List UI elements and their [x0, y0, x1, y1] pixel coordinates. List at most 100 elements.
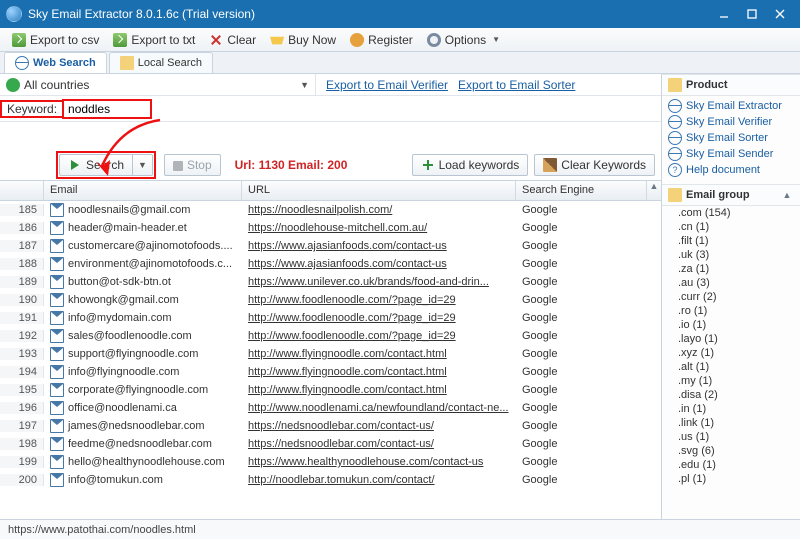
email-group-item[interactable]: .za (1) — [662, 262, 800, 276]
email-group-item[interactable]: .curr (2) — [662, 290, 800, 304]
cell-search-engine: Google — [516, 438, 661, 450]
minimize-button[interactable] — [710, 4, 738, 24]
table-row[interactable]: 191info@mydomain.comhttp://www.foodlenoo… — [0, 309, 661, 327]
mail-icon — [50, 293, 64, 307]
column-search-engine[interactable]: Search Engine — [516, 181, 647, 200]
table-row[interactable]: 198feedme@nedsnoodlebar.comhttps://nedsn… — [0, 435, 661, 453]
column-email[interactable]: Email — [44, 181, 242, 200]
scroll-up-button[interactable]: ▲ — [780, 190, 794, 200]
cell-search-engine: Google — [516, 240, 661, 252]
cell-search-engine: Google — [516, 384, 661, 396]
export-txt-button[interactable]: Export to txt — [107, 31, 201, 49]
table-row[interactable]: 192sales@foodlenoodle.comhttp://www.food… — [0, 327, 661, 345]
email-group-item[interactable]: .link (1) — [662, 416, 800, 430]
cell-url[interactable]: https://www.healthynoodlehouse.com/conta… — [242, 456, 516, 468]
table-row[interactable]: 186header@main-header.ethttps://noodleho… — [0, 219, 661, 237]
chevron-down-icon: ▼ — [492, 35, 500, 44]
email-group-item[interactable]: .pl (1) — [662, 472, 800, 486]
email-group-item[interactable]: .uk (3) — [662, 248, 800, 262]
email-group-item[interactable]: .au (3) — [662, 276, 800, 290]
table-row[interactable]: 185noodlesnails@gmail.comhttps://noodles… — [0, 201, 661, 219]
product-item[interactable]: Sky Email Extractor — [668, 98, 800, 114]
email-group-item[interactable]: .cn (1) — [662, 220, 800, 234]
table-row[interactable]: 188environment@ajinomotofoods.c...https:… — [0, 255, 661, 273]
buy-now-button[interactable]: Buy Now — [264, 31, 342, 49]
email-group-item[interactable]: .us (1) — [662, 430, 800, 444]
results-body[interactable]: 185noodlesnails@gmail.comhttps://noodles… — [0, 201, 661, 519]
cell-url[interactable]: https://noodlesnailpolish.com/ — [242, 204, 516, 216]
cell-url[interactable]: http://noodlebar.tomukun.com/contact/ — [242, 474, 516, 486]
table-row[interactable]: 197james@nedsnoodlebar.comhttps://nedsno… — [0, 417, 661, 435]
stop-button[interactable]: Stop — [164, 154, 221, 176]
cell-url[interactable]: https://noodlehouse-mitchell.com.au/ — [242, 222, 516, 234]
cell-url[interactable]: https://www.ajasianfoods.com/contact-us — [242, 240, 516, 252]
clear-button[interactable]: Clear — [203, 31, 262, 49]
cell-email: feedme@nedsnoodlebar.com — [44, 437, 242, 451]
search-button[interactable]: Search — [59, 154, 132, 176]
product-item[interactable]: ?Help document — [668, 162, 800, 178]
email-group-item[interactable]: .filt (1) — [662, 234, 800, 248]
cell-search-engine: Google — [516, 258, 661, 270]
email-group-item[interactable]: .com (154) — [662, 206, 800, 220]
export-sorter-link[interactable]: Export to Email Sorter — [458, 78, 575, 92]
cell-url[interactable]: http://www.foodlenoodle.com/?page_id=29 — [242, 330, 516, 342]
export-verifier-link[interactable]: Export to Email Verifier — [326, 78, 448, 92]
email-group-item[interactable]: .ro (1) — [662, 304, 800, 318]
email-group-item[interactable]: .svg (6) — [662, 444, 800, 458]
cell-url[interactable]: https://www.unilever.co.uk/brands/food-a… — [242, 276, 516, 288]
clear-keywords-button[interactable]: Clear Keywords — [534, 154, 655, 176]
search-dropdown-button[interactable]: ▼ — [132, 154, 153, 176]
table-row[interactable]: 195corporate@flyingnoodle.comhttp://www.… — [0, 381, 661, 399]
cell-url[interactable]: http://www.flyingnoodle.com/contact.html — [242, 384, 516, 396]
keyword-input-rest[interactable] — [153, 100, 654, 118]
country-dropdown[interactable]: All countries ▼ — [0, 74, 316, 95]
export-csv-button[interactable]: Export to csv — [6, 31, 105, 49]
maximize-button[interactable] — [738, 4, 766, 24]
email-group-item[interactable]: .layo (1) — [662, 332, 800, 346]
cart-icon — [270, 33, 284, 47]
email-group-item[interactable]: .io (1) — [662, 318, 800, 332]
email-group-item[interactable]: .edu (1) — [662, 458, 800, 472]
email-group-item[interactable]: .alt (1) — [662, 360, 800, 374]
cell-email: corporate@flyingnoodle.com — [44, 383, 242, 397]
cell-url[interactable]: http://www.flyingnoodle.com/contact.html — [242, 366, 516, 378]
load-keywords-button[interactable]: Load keywords — [412, 154, 529, 176]
email-group-list[interactable]: .com (154).cn (1).filt (1).uk (3).za (1)… — [662, 206, 800, 519]
table-row[interactable]: 199hello@healthynoodlehouse.comhttps://w… — [0, 453, 661, 471]
column-rownum[interactable] — [0, 181, 44, 200]
product-item[interactable]: Sky Email Sender — [668, 146, 800, 162]
cell-url[interactable]: http://www.foodlenoodle.com/?page_id=29 — [242, 294, 516, 306]
row-number: 188 — [0, 258, 44, 270]
cell-url[interactable]: https://nedsnoodlebar.com/contact-us/ — [242, 420, 516, 432]
tab-web-search[interactable]: Web Search — [4, 52, 107, 73]
close-button[interactable] — [766, 4, 794, 24]
product-item[interactable]: Sky Email Sorter — [668, 130, 800, 146]
email-group-item[interactable]: .disa (2) — [662, 388, 800, 402]
table-row[interactable]: 190khowongk@gmail.comhttp://www.foodleno… — [0, 291, 661, 309]
table-row[interactable]: 196office@noodlenami.cahttp://www.noodle… — [0, 399, 661, 417]
table-row[interactable]: 189button@ot-sdk-btn.othttps://www.unile… — [0, 273, 661, 291]
cell-url[interactable]: https://nedsnoodlebar.com/contact-us/ — [242, 438, 516, 450]
scroll-up-button[interactable]: ▲ — [647, 181, 661, 200]
table-row[interactable]: 194info@flyingnoodle.comhttp://www.flyin… — [0, 363, 661, 381]
cell-url[interactable]: https://www.ajasianfoods.com/contact-us — [242, 258, 516, 270]
email-group-item[interactable]: .in (1) — [662, 402, 800, 416]
register-button[interactable]: Register — [344, 31, 419, 49]
cell-url[interactable]: http://www.noodlenami.ca/newfoundland/co… — [242, 402, 516, 414]
cell-url[interactable]: http://www.foodlenoodle.com/?page_id=29 — [242, 312, 516, 324]
table-row[interactable]: 193support@flyingnoodle.comhttp://www.fl… — [0, 345, 661, 363]
table-row[interactable]: 187customercare@ajinomotofoods....https:… — [0, 237, 661, 255]
play-icon — [68, 158, 82, 172]
column-url[interactable]: URL — [242, 181, 516, 200]
mail-icon — [50, 311, 64, 325]
row-number: 193 — [0, 348, 44, 360]
table-row[interactable]: 200info@tomukun.comhttp://noodlebar.tomu… — [0, 471, 661, 489]
email-group-item[interactable]: .xyz (1) — [662, 346, 800, 360]
product-item[interactable]: Sky Email Verifier — [668, 114, 800, 130]
email-group-item[interactable]: .my (1) — [662, 374, 800, 388]
mail-icon — [50, 365, 64, 379]
tab-local-search[interactable]: Local Search — [109, 52, 213, 73]
cell-url[interactable]: http://www.flyingnoodle.com/contact.html — [242, 348, 516, 360]
options-button[interactable]: Options▼ — [421, 31, 506, 49]
keyword-input[interactable] — [64, 101, 150, 117]
